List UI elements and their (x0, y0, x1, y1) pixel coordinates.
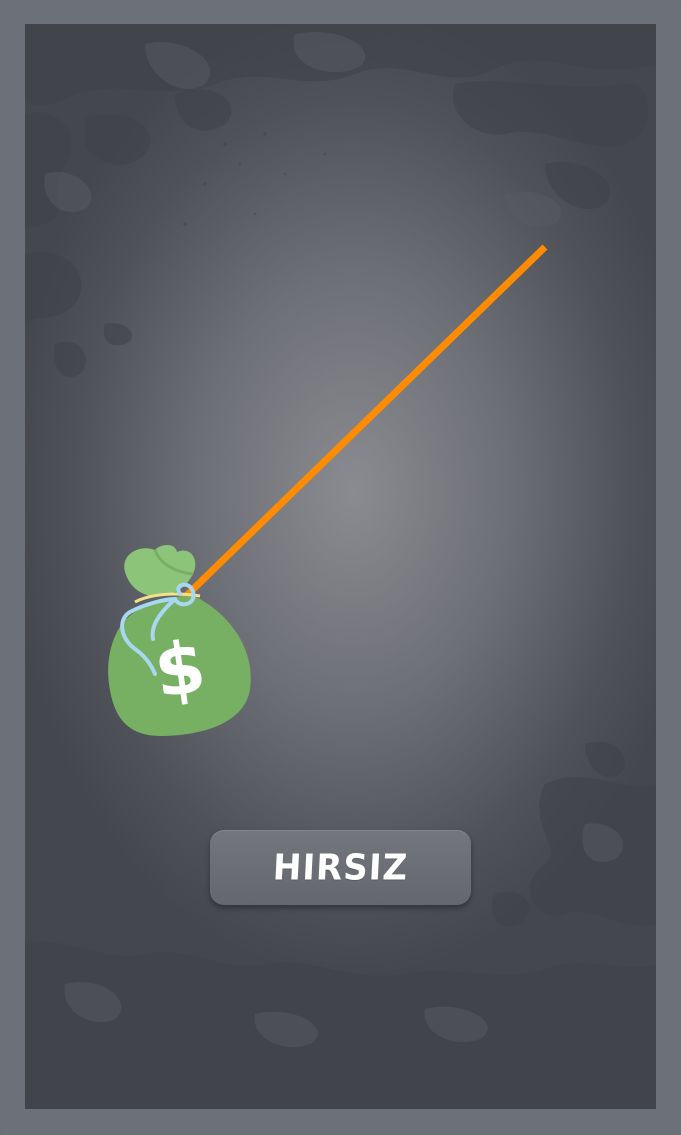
money-bag-icon[interactable]: $ (108, 545, 251, 736)
game-objects: $ (108, 244, 548, 736)
game-frame: $ HIRSIZ (0, 0, 681, 1135)
thief-button[interactable]: HIRSIZ (210, 830, 471, 905)
game-scene[interactable]: $ HIRSIZ (25, 24, 656, 1109)
thief-button-label: HIRSIZ (271, 846, 410, 889)
rope-line[interactable] (180, 244, 548, 602)
